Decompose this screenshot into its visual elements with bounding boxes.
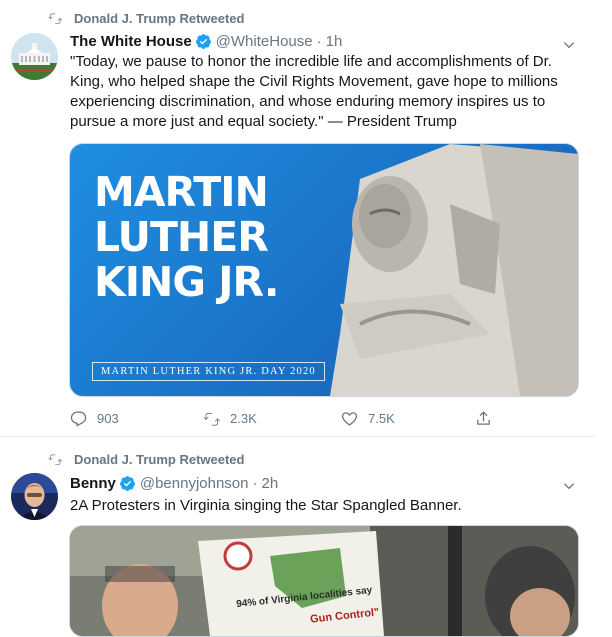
verified-icon <box>195 34 211 49</box>
headline-line: MARTIN <box>94 168 269 216</box>
separator-dot: · <box>252 475 258 492</box>
tweet-text: 2A Protesters in Virginia singing the St… <box>70 497 462 514</box>
image-footer-caption: MARTIN LUTHER KING JR. DAY 2020 <box>92 362 325 381</box>
white-house-avatar <box>11 33 58 80</box>
verified-icon <box>119 476 135 491</box>
tweet-text: "Today, we pause to honor the incredible… <box>70 53 558 130</box>
retweet-label[interactable]: Donald J. Trump Retweeted <box>74 452 244 467</box>
handle[interactable]: @WhiteHouse <box>216 33 313 50</box>
reply-icon <box>70 411 87 427</box>
retweet-button[interactable]: 2.3K <box>203 410 257 427</box>
headline-line: LUTHER <box>94 213 269 261</box>
retweet-context[interactable]: Donald J. Trump Retweeted <box>48 451 244 467</box>
handle[interactable]: @bennyjohnson <box>140 475 249 492</box>
retweet-icon <box>203 413 220 426</box>
chevron-down-icon[interactable] <box>562 38 576 52</box>
retweet-count: 2.3K <box>230 411 257 426</box>
display-name[interactable]: Benny <box>70 475 116 492</box>
tweet-image[interactable]: MARTIN LUTHER KING JR. MARTIN LUTHER KIN… <box>69 143 579 397</box>
retweet-label[interactable]: Donald J. Trump Retweeted <box>74 11 244 26</box>
reply-count: 903 <box>97 411 119 426</box>
timestamp[interactable]: 2h <box>261 475 278 492</box>
headline-line: KING JR. <box>94 258 279 306</box>
retweet-icon <box>48 454 62 465</box>
benny-avatar <box>11 473 58 520</box>
display-name[interactable]: The White House <box>70 33 192 50</box>
avatar[interactable] <box>11 33 58 80</box>
reply-button[interactable]: 903 <box>70 410 119 427</box>
share-button[interactable] <box>475 410 502 427</box>
avatar[interactable] <box>11 473 58 520</box>
tweet[interactable]: Donald J. Trump Retweeted The White Hous… <box>0 0 596 437</box>
tweet-header: The White House @WhiteHouse · 1h <box>70 33 342 50</box>
tweet-video[interactable]: 94% of Virginia localities say Gun Contr… <box>69 525 579 637</box>
tweet-header: Benny @bennyjohnson · 2h <box>70 475 278 492</box>
chevron-down-icon[interactable] <box>562 479 576 493</box>
mlk-statue-illustration <box>330 144 578 396</box>
like-icon <box>341 412 358 426</box>
tweet[interactable]: Donald J. Trump Retweeted Benny @bennyjo… <box>0 437 596 637</box>
image-headline: MARTIN LUTHER KING JR. <box>94 168 279 306</box>
like-button[interactable]: 7.5K <box>341 410 395 427</box>
tweet-actions: 903 2.3K 7.5K <box>70 410 510 428</box>
separator-dot: · <box>316 33 322 50</box>
share-icon <box>477 411 490 425</box>
retweet-icon <box>48 13 62 24</box>
retweet-context[interactable]: Donald J. Trump Retweeted <box>48 10 244 26</box>
timestamp[interactable]: 1h <box>326 33 343 50</box>
like-count: 7.5K <box>368 411 395 426</box>
